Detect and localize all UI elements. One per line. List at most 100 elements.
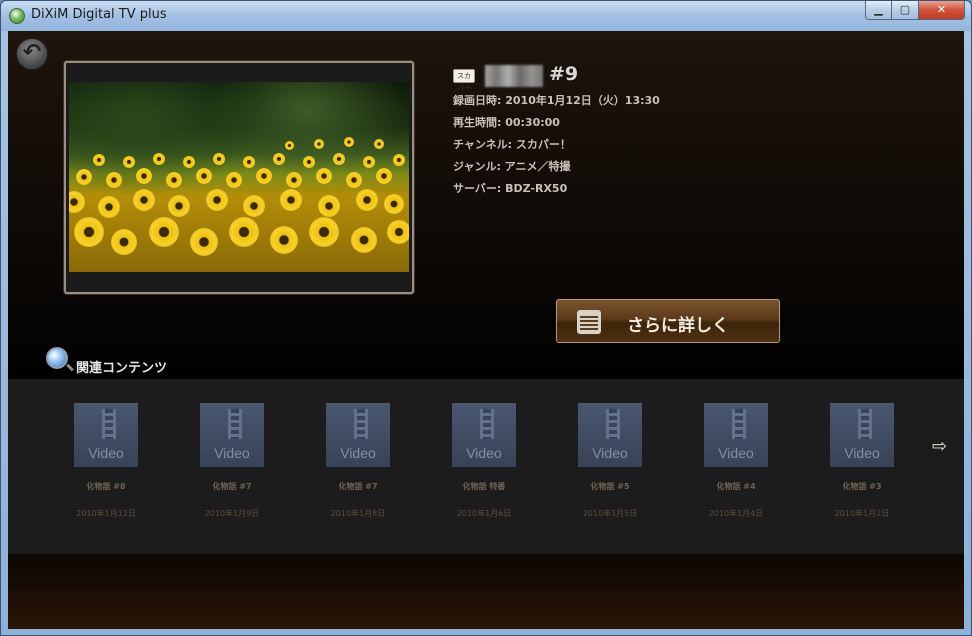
video-thumbnail-icon: Video bbox=[326, 403, 390, 467]
related-content-strip: ⇨ Video 化物語 #8 2010年1月12日 Video 化物語 #7 2010年1… bbox=[8, 379, 964, 554]
video-thumbnail-icon: Video bbox=[452, 403, 516, 467]
sunflower bbox=[376, 168, 392, 184]
related-item-date: 2010年1月12日 bbox=[76, 509, 136, 518]
sunflower bbox=[183, 156, 195, 168]
related-item[interactable]: Video 化物語 #4 2010年1月4日 bbox=[686, 403, 786, 519]
channel-logo: スカパー bbox=[453, 69, 475, 92]
server-name: サーバー: BDZ-RX50 bbox=[453, 182, 568, 195]
video-thumbnail-icon: Video bbox=[830, 403, 894, 467]
related-item[interactable]: Video 化物語 #5 2010年1月5日 bbox=[560, 403, 660, 519]
sunflower bbox=[168, 195, 190, 217]
sunflower bbox=[243, 156, 255, 168]
sunflower bbox=[136, 168, 152, 184]
minimize-button[interactable]: ▁ bbox=[865, 1, 892, 20]
sunflower bbox=[346, 172, 362, 188]
sunflower bbox=[69, 191, 85, 213]
sunflower bbox=[149, 217, 179, 247]
thumb-label: Video bbox=[88, 445, 124, 461]
sunflower bbox=[213, 153, 225, 165]
channel-name: チャンネル: スカパー！ bbox=[453, 138, 571, 151]
sunflower bbox=[309, 217, 339, 247]
video-thumbnail-icon: Video bbox=[578, 403, 642, 467]
sunflower bbox=[303, 156, 315, 168]
back-arrow-icon[interactable]: ↶ bbox=[16, 38, 48, 70]
maximize-button[interactable]: ▢ bbox=[892, 1, 919, 20]
genre: ジャンル: アニメ／特撮 bbox=[453, 160, 571, 173]
thumb-label: Video bbox=[844, 445, 880, 461]
film-icon bbox=[102, 409, 116, 439]
sunflower bbox=[256, 168, 272, 184]
sunflower bbox=[229, 217, 259, 247]
sunflower bbox=[98, 196, 120, 218]
video-preview[interactable] bbox=[64, 61, 414, 294]
related-item-title: 化物語 #4 bbox=[716, 482, 756, 491]
more-details-button[interactable]: さらに詳しく bbox=[556, 299, 780, 343]
sunflower bbox=[153, 153, 165, 165]
sunflower bbox=[286, 172, 302, 188]
sunflower bbox=[363, 156, 375, 168]
film-icon bbox=[480, 409, 494, 439]
sunflower bbox=[196, 168, 212, 184]
window-title: DiXiM Digital TV plus bbox=[31, 7, 167, 22]
film-icon bbox=[228, 409, 242, 439]
sunflower bbox=[106, 172, 122, 188]
thumb-label: Video bbox=[214, 445, 250, 461]
title-bar[interactable]: DiXiM Digital TV plus ▁ ▢ ✕ bbox=[1, 1, 971, 31]
sunflower bbox=[93, 154, 105, 166]
thumb-label: Video bbox=[466, 445, 502, 461]
play-duration: 再生時間: 00:30:00 bbox=[453, 116, 560, 129]
sunflower bbox=[226, 172, 242, 188]
related-item-title: 化物語 #3 bbox=[842, 482, 882, 491]
video-thumbnail-icon: Video bbox=[200, 403, 264, 467]
sunflower bbox=[356, 189, 378, 211]
main-content: ↶ スカパー #9 録画日時: 2010年1月12日（火）13:30 再生時間:… bbox=[8, 31, 964, 629]
related-item-title: 化物語 特番 bbox=[462, 482, 506, 491]
thumb-label: Video bbox=[718, 445, 754, 461]
related-item-date: 2010年1月5日 bbox=[582, 509, 638, 518]
sunflower bbox=[316, 168, 332, 184]
film-icon bbox=[858, 409, 872, 439]
sunflower bbox=[74, 217, 104, 247]
sunflower bbox=[76, 169, 92, 185]
related-item-date: 2010年1月9日 bbox=[204, 509, 260, 518]
sunflower bbox=[111, 229, 137, 255]
sunflower bbox=[206, 189, 228, 211]
film-icon bbox=[354, 409, 368, 439]
sunflower bbox=[190, 228, 218, 256]
related-item[interactable]: Video 化物語 #7 2010年1月8日 bbox=[308, 403, 408, 519]
magnifier-icon bbox=[46, 347, 68, 369]
sunflower bbox=[384, 194, 404, 214]
program-title-obscured bbox=[485, 65, 543, 87]
next-arrow-icon[interactable]: ⇨ bbox=[932, 437, 952, 457]
related-item[interactable]: Video 化物語 特番 2010年1月6日 bbox=[434, 403, 534, 519]
sunflower bbox=[243, 195, 265, 217]
recorded-datetime: 録画日時: 2010年1月12日（火）13:30 bbox=[453, 94, 660, 107]
sunflower bbox=[344, 137, 354, 147]
list-icon bbox=[577, 310, 601, 334]
related-item-title: 化物語 #5 bbox=[590, 482, 630, 491]
sunflower bbox=[280, 189, 302, 211]
related-item[interactable]: Video 化物語 #7 2010年1月9日 bbox=[182, 403, 282, 519]
related-item[interactable]: Video 化物語 #3 2010年1月2日 bbox=[812, 403, 912, 519]
more-details-label: さらに詳しく bbox=[627, 316, 729, 336]
sunflower bbox=[270, 226, 298, 254]
app-window: DiXiM Digital TV plus ▁ ▢ ✕ ↶ スカパー #9 録画… bbox=[0, 0, 972, 636]
related-item-title: 化物語 #7 bbox=[212, 482, 252, 491]
related-item-date: 2010年1月2日 bbox=[834, 509, 890, 518]
sunflower bbox=[387, 220, 409, 244]
related-item-title: 化物語 #8 bbox=[86, 482, 126, 491]
sunflower bbox=[123, 156, 135, 168]
video-thumbnail-icon: Video bbox=[74, 403, 138, 467]
sunflower bbox=[314, 139, 324, 149]
window-controls: ▁ ▢ ✕ bbox=[865, 1, 965, 21]
close-button[interactable]: ✕ bbox=[919, 1, 965, 20]
thumb-label: Video bbox=[340, 445, 376, 461]
app-icon bbox=[9, 8, 25, 24]
sunflower bbox=[133, 189, 155, 211]
related-item-date: 2010年1月4日 bbox=[708, 509, 764, 518]
related-item-title: 化物語 #7 bbox=[338, 482, 378, 491]
sunflower bbox=[318, 195, 340, 217]
related-item[interactable]: Video 化物語 #8 2010年1月12日 bbox=[56, 403, 156, 519]
related-heading: 関連コンテンツ bbox=[76, 361, 168, 376]
related-item-date: 2010年1月6日 bbox=[456, 509, 512, 518]
